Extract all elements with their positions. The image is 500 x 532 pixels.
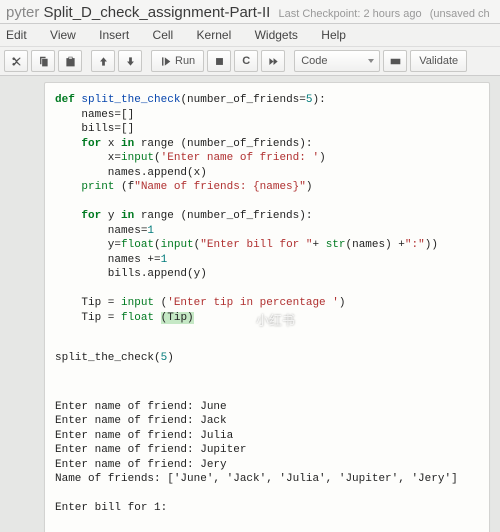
output-area: Enter name of friend: June Enter name of… bbox=[55, 400, 479, 516]
restart-glyph: C bbox=[242, 55, 250, 67]
checkpoint-text: Last Checkpoint: 2 hours ago bbox=[278, 8, 421, 20]
celltype-value: Code bbox=[301, 55, 327, 67]
celltype-select[interactable]: Code bbox=[294, 50, 380, 72]
menu-kernel[interactable]: Kernel bbox=[197, 28, 232, 42]
stop-icon bbox=[214, 56, 225, 67]
code-cell[interactable]: def split_the_check(number_of_friends=5)… bbox=[55, 93, 479, 325]
menu-insert[interactable]: Insert bbox=[99, 28, 129, 42]
move-down-button[interactable] bbox=[118, 50, 142, 72]
restart-run-all-button[interactable] bbox=[261, 50, 285, 72]
toolbar: Run C Code Validate bbox=[0, 47, 500, 76]
arrow-up-icon bbox=[98, 56, 109, 67]
notebook-area: def split_the_check(number_of_friends=5)… bbox=[44, 82, 490, 532]
restart-button[interactable]: C bbox=[234, 50, 258, 72]
menu-help[interactable]: Help bbox=[321, 28, 346, 42]
menu-view[interactable]: View bbox=[50, 28, 76, 42]
notebook-title[interactable]: Split_D_check_assignment-Part-II bbox=[44, 4, 271, 21]
call-cell[interactable]: split_the_check(5) bbox=[55, 351, 479, 366]
move-up-button[interactable] bbox=[91, 50, 115, 72]
fast-forward-icon bbox=[268, 56, 279, 67]
command-palette-button[interactable] bbox=[383, 50, 407, 72]
run-button[interactable]: Run bbox=[151, 50, 204, 72]
copy-icon bbox=[38, 56, 49, 67]
paste-icon bbox=[65, 56, 76, 67]
scissors-icon bbox=[11, 56, 22, 67]
copy-button[interactable] bbox=[31, 50, 55, 72]
menu-widgets[interactable]: Widgets bbox=[255, 28, 298, 42]
validate-button[interactable]: Validate bbox=[410, 50, 467, 72]
keyboard-icon bbox=[390, 56, 401, 67]
notebook-header: pyter Split_D_check_assignment-Part-II L… bbox=[0, 0, 500, 24]
validate-label: Validate bbox=[419, 55, 458, 67]
run-label: Run bbox=[175, 55, 195, 67]
interrupt-button[interactable] bbox=[207, 50, 231, 72]
paste-button[interactable] bbox=[58, 50, 82, 72]
menu-edit[interactable]: Edit bbox=[6, 28, 27, 42]
arrow-down-icon bbox=[125, 56, 136, 67]
cut-button[interactable] bbox=[4, 50, 28, 72]
jupyter-logo-fragment: pyter bbox=[6, 4, 39, 21]
menubar: Edit View Insert Cell Kernel Widgets Hel… bbox=[0, 24, 500, 47]
menu-cell[interactable]: Cell bbox=[153, 28, 174, 42]
run-step-icon bbox=[160, 56, 171, 67]
unsaved-text: (unsaved ch bbox=[430, 8, 490, 20]
